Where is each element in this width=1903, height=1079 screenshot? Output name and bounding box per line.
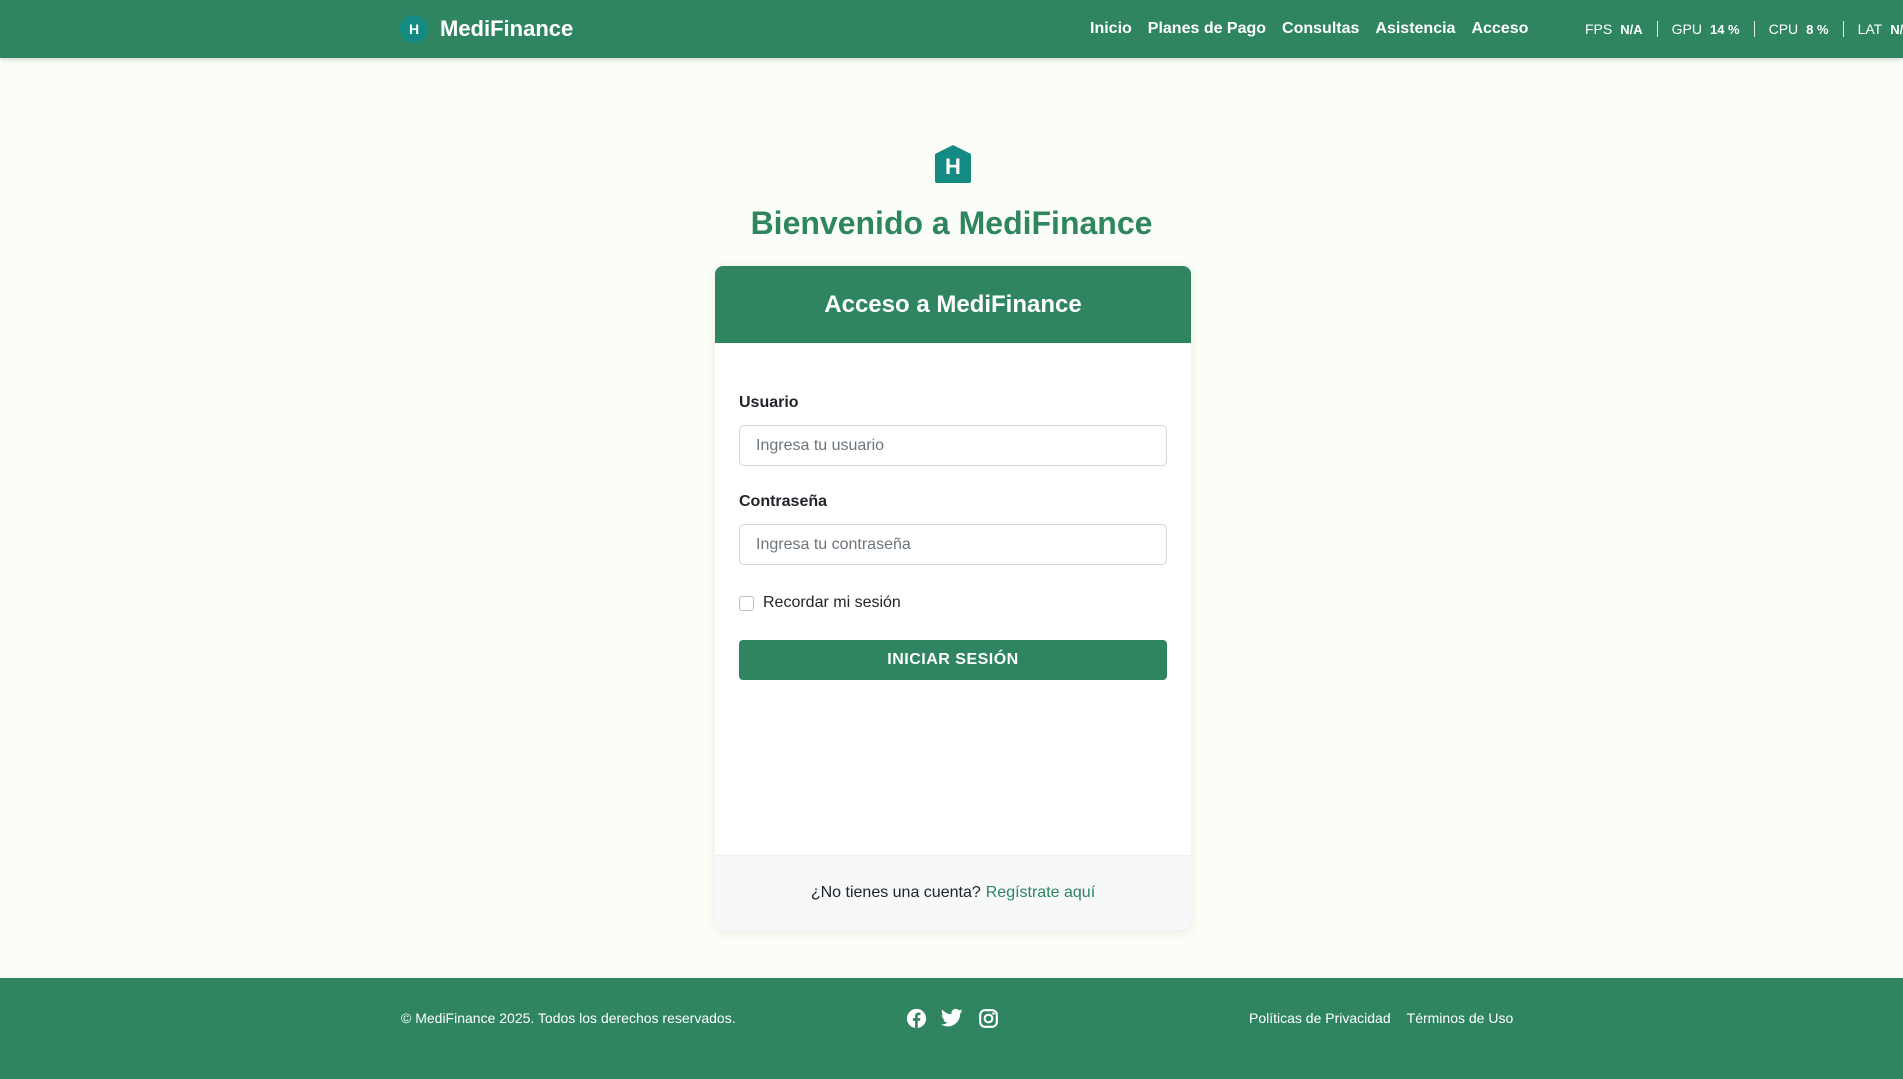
password-label: Contraseña <box>739 493 828 510</box>
nav-link-asistencia[interactable]: Asistencia <box>1375 20 1455 38</box>
username-input[interactable] <box>739 425 1167 466</box>
brand-logo-icon: H <box>400 15 428 43</box>
page-title: Bienvenido a MediFinance <box>750 205 1153 241</box>
perf-cpu-value: 8 % <box>1806 21 1829 37</box>
perf-lat-label: LAT <box>1857 21 1883 37</box>
remember-me-label[interactable]: Recordar mi sesión <box>763 594 901 612</box>
remember-me: Recordar mi sesión <box>739 594 901 612</box>
twitter-icon[interactable] <box>941 1007 963 1029</box>
hospital-logo-icon: H <box>935 145 971 183</box>
register-link[interactable]: Regístrate aquí <box>986 884 1095 902</box>
perf-lat: LAT N/A <box>1842 21 1903 37</box>
footer-links: Políticas de Privacidad Términos de Uso <box>1249 978 1513 1058</box>
nav-link-acceso[interactable]: Acceso <box>1471 20 1528 38</box>
perf-gpu-value: 14 % <box>1709 21 1740 37</box>
facebook-icon[interactable] <box>905 1007 927 1029</box>
no-account-text: ¿No tienes una cuenta? <box>810 884 981 901</box>
nav-link-planes-de-pago[interactable]: Planes de Pago <box>1148 20 1266 38</box>
perf-cpu: CPU 8 % <box>1753 21 1843 37</box>
instagram-icon[interactable] <box>977 1007 999 1029</box>
login-card-header: Acceso a MediFinance <box>715 266 1191 343</box>
username-label: Usuario <box>739 394 799 411</box>
perf-fps-label: FPS <box>1585 21 1613 37</box>
page-footer: © MediFinance 2025. Todos los derechos r… <box>0 978 1903 1079</box>
brand-link[interactable]: H MediFinance <box>400 0 573 58</box>
perf-gpu-label: GPU <box>1671 21 1702 37</box>
performance-overlay: FPS N/A GPU 14 % CPU 8 % LAT N/A <box>1585 0 1903 58</box>
nav-link-consultas[interactable]: Consultas <box>1282 20 1359 38</box>
login-button[interactable]: INICIAR SESIÓN <box>739 640 1167 680</box>
perf-gpu: GPU 14 % <box>1656 21 1754 37</box>
perf-cpu-label: CPU <box>1768 21 1799 37</box>
login-card-footer: ¿No tienes una cuenta? Regístrate aquí <box>715 855 1191 930</box>
social-links <box>905 978 999 1058</box>
nav-links: Inicio Planes de Pago Consultas Asistenc… <box>1090 0 1528 58</box>
perf-lat-value: N/A <box>1890 21 1903 37</box>
top-navbar: H MediFinance Inicio Planes de Pago Cons… <box>0 0 1903 58</box>
nav-link-inicio[interactable]: Inicio <box>1090 20 1132 38</box>
brand-name: MediFinance <box>440 16 574 41</box>
privacy-policy-link[interactable]: Políticas de Privacidad <box>1249 1010 1391 1026</box>
remember-me-checkbox[interactable] <box>739 595 754 611</box>
perf-fps: FPS N/A <box>1585 21 1657 37</box>
terms-of-use-link[interactable]: Términos de Uso <box>1407 1010 1514 1026</box>
hero-icon-letter: H <box>945 154 961 179</box>
copyright-text: © MediFinance 2025. Todos los derechos r… <box>401 1010 736 1026</box>
login-card: Acceso a MediFinance Usuario Contraseña … <box>715 266 1191 930</box>
password-input[interactable] <box>739 524 1167 565</box>
perf-fps-value: N/A <box>1620 21 1643 37</box>
